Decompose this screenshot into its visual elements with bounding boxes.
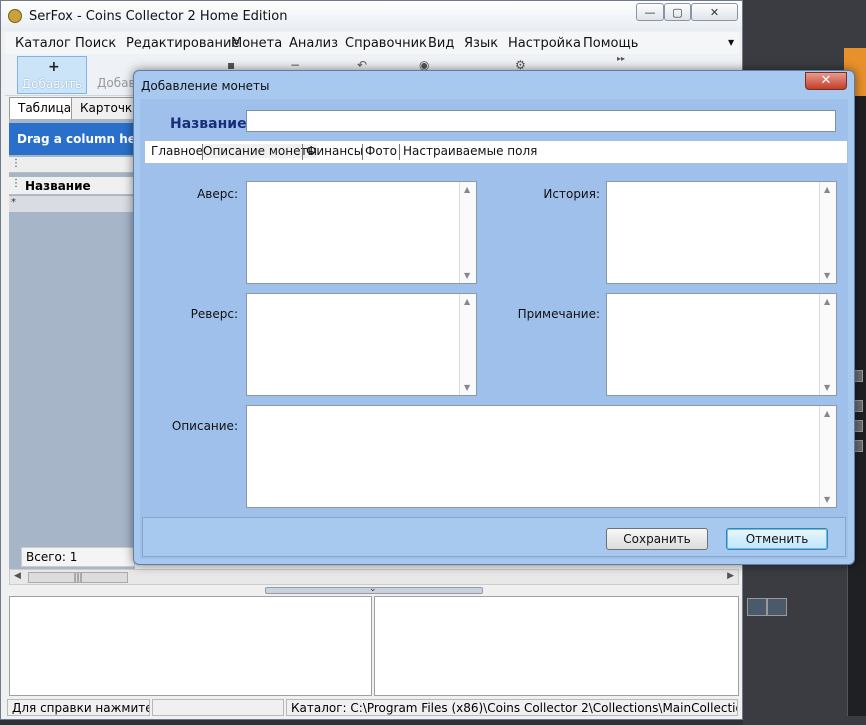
reverse-field[interactable]: ▲ ▼	[246, 293, 477, 396]
scrollbar[interactable]: ▲ ▼	[819, 182, 836, 283]
close-button[interactable]: ✕	[691, 3, 738, 21]
name-input[interactable]	[246, 110, 836, 132]
dialog-button-row: Сохранить Отменить	[142, 517, 846, 557]
scroll-left-icon[interactable]: ◀	[14, 571, 21, 581]
plus-icon: +	[48, 59, 60, 75]
column-header-name[interactable]: Название	[25, 179, 91, 193]
tab-main[interactable]: Главное	[151, 144, 203, 158]
background-control	[767, 598, 787, 616]
description-field[interactable]: ▲ ▼	[246, 405, 837, 508]
add-button[interactable]: + Добавить	[17, 56, 87, 94]
menu-analysis[interactable]: Анализ	[289, 36, 338, 51]
tab-coin-description[interactable]: Описание монеты	[203, 144, 317, 158]
note-label: Примечание:	[517, 307, 600, 321]
tab-separator	[362, 144, 363, 160]
status-help: Для справки нажмите F1	[7, 699, 150, 716]
column-header-row[interactable]: ⋮ Название	[9, 177, 135, 195]
description-label: Описание:	[171, 419, 238, 433]
minimize-button[interactable]: —	[636, 3, 664, 21]
tab-finances[interactable]: Финансы	[306, 144, 363, 158]
tab-separator	[399, 144, 400, 160]
tab-table[interactable]: Таблица	[9, 97, 81, 119]
obverse-label: Аверс:	[197, 187, 238, 201]
menu-view[interactable]: Вид	[428, 36, 454, 51]
history-label: История:	[543, 187, 600, 201]
menu-coin[interactable]: Монета	[231, 36, 282, 51]
title-bar: SerFox - Coins Collector 2 Home Edition …	[1, 1, 742, 31]
dialog-body: Название Главное Описание монеты Финансы…	[140, 99, 848, 559]
scroll-down-icon[interactable]: ▼	[824, 495, 830, 504]
tab-separator	[302, 144, 303, 160]
new-row-marker: *	[11, 197, 16, 208]
scroll-up-icon[interactable]: ▲	[824, 409, 830, 418]
row-selector-icon: ⋮	[11, 158, 21, 169]
status-catalog: Каталог: C:\Program Files (x86)\Coins Co…	[286, 699, 738, 716]
filter-row[interactable]: ⋮	[9, 157, 135, 173]
add-coin-dialog: Добавление монеты ✕ Название Главное Опи…	[133, 70, 855, 565]
scroll-down-icon[interactable]: ▼	[824, 271, 830, 280]
scrollbar[interactable]: ▲ ▼	[459, 182, 476, 283]
bottom-right-pane	[374, 596, 739, 696]
scroll-thumb[interactable]: |||	[28, 572, 128, 583]
dialog-title: Добавление монеты	[141, 79, 270, 93]
scroll-up-icon[interactable]: ▲	[464, 297, 470, 306]
status-empty	[152, 699, 284, 716]
tab-photo[interactable]: Фото	[365, 144, 397, 158]
scroll-down-icon[interactable]: ▼	[464, 271, 470, 280]
total-count: Всего: 1	[21, 547, 135, 567]
menu-overflow-icon[interactable]: ▼	[728, 38, 734, 47]
horizontal-scrollbar[interactable]: ◀ ||| ▶	[9, 569, 739, 585]
scroll-down-icon[interactable]: ▼	[824, 383, 830, 392]
scrollbar[interactable]: ▲ ▼	[819, 406, 836, 507]
menu-reference[interactable]: Справочник	[345, 36, 427, 51]
add-button-label: Добавить	[21, 77, 83, 91]
status-bar: Для справки нажмите F1 Каталог: C:\Progr…	[5, 697, 740, 717]
row-selector-icon: ⋮	[11, 178, 21, 189]
scroll-down-icon[interactable]: ▼	[464, 383, 470, 392]
scrollbar[interactable]: ▲ ▼	[819, 294, 836, 395]
note-field[interactable]: ▲ ▼	[606, 293, 837, 396]
menu-search[interactable]: Поиск	[75, 36, 116, 51]
scroll-up-icon[interactable]: ▲	[824, 297, 830, 306]
scroll-up-icon[interactable]: ▲	[464, 185, 470, 194]
add-copy-button[interactable]: Добав	[97, 76, 136, 90]
tab-custom-fields[interactable]: Настраиваемые поля	[403, 144, 537, 158]
menu-settings[interactable]: Настройка	[508, 36, 581, 51]
menu-language[interactable]: Язык	[464, 36, 498, 51]
window-title: SerFox - Coins Collector 2 Home Edition	[29, 9, 288, 24]
dialog-close-button[interactable]: ✕	[805, 72, 847, 90]
scrollbar[interactable]: ▲ ▼	[459, 294, 476, 395]
name-label: Название	[170, 116, 247, 132]
history-field[interactable]: ▲ ▼	[606, 181, 837, 284]
group-by-hint[interactable]: Drag a column header here to group by th…	[9, 123, 135, 155]
save-button[interactable]: Сохранить	[606, 528, 708, 550]
chevron-down-icon[interactable]: ⌄	[369, 584, 377, 594]
new-row[interactable]: *	[9, 196, 135, 212]
toolbar-overflow-icon[interactable]: ▸▸	[617, 54, 625, 63]
scroll-right-icon[interactable]: ▶	[727, 571, 734, 581]
scroll-up-icon[interactable]: ▲	[824, 185, 830, 194]
menu-edit[interactable]: Редактирование	[126, 36, 239, 51]
app-icon	[8, 9, 22, 23]
obverse-field[interactable]: ▲ ▼	[246, 181, 477, 284]
reverse-label: Реверс:	[190, 307, 238, 321]
cancel-button[interactable]: Отменить	[726, 528, 828, 550]
maximize-button[interactable]: ▢	[664, 3, 691, 21]
menu-bar: Каталог Поиск Редактирование Монета Анал…	[5, 32, 739, 54]
background-control	[747, 598, 767, 616]
coin-grid: Drag a column header here to group by th…	[9, 119, 135, 569]
menu-help[interactable]: Помощь	[583, 36, 638, 51]
dialog-tabs: Главное Описание монеты Финансы Фото Нас…	[145, 141, 847, 163]
menu-catalog[interactable]: Каталог	[15, 36, 71, 51]
bottom-left-pane	[9, 596, 372, 696]
